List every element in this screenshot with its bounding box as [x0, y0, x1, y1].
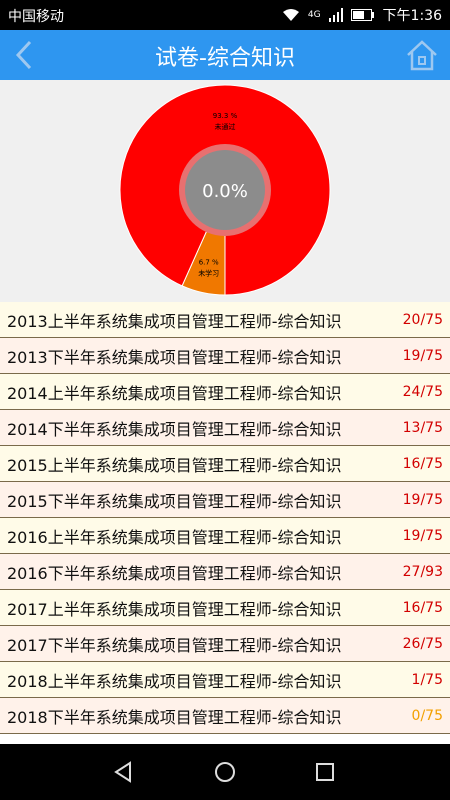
progress-pie-chart: 0.0% 6.7 % 未学习 93.3 % 未通过 — [0, 80, 450, 302]
pie-slice-percent: 6.7 % — [199, 258, 219, 266]
paper-name: 2018上半年系统集成项目管理工程师-综合知识 — [7, 671, 342, 691]
home-icon — [407, 40, 437, 71]
paper-name: 2017下半年系统集成项目管理工程师-综合知识 — [7, 635, 342, 655]
circle-home-icon — [215, 762, 235, 782]
paper-row[interactable]: 2016上半年系统集成项目管理工程师-综合知识 19/75 — [0, 518, 450, 554]
paper-score: 19/75 — [402, 527, 443, 544]
pie-slice-percent: 93.3 % — [213, 112, 238, 120]
paper-name: 2018下半年系统集成项目管理工程师-综合知识 — [7, 707, 342, 727]
pie-chart-svg: 0.0% 6.7 % 未学习 93.3 % 未通过 — [119, 84, 331, 296]
paper-name: 2013上半年系统集成项目管理工程师-综合知识 — [7, 311, 342, 331]
paper-name: 2015下半年系统集成项目管理工程师-综合知识 — [7, 491, 342, 511]
network-type-label: 4G — [307, 10, 321, 20]
clock: 下午1:36 — [382, 8, 442, 24]
nav-recents-button[interactable] — [311, 758, 339, 786]
paper-row[interactable]: 2014上半年系统集成项目管理工程师-综合知识 24/75 — [0, 374, 450, 410]
paper-row[interactable]: 2013下半年系统集成项目管理工程师-综合知识 19/75 — [0, 338, 450, 374]
status-bar: 中国移动 4G 下午1:36 — [0, 0, 450, 30]
home-button[interactable] — [402, 36, 442, 74]
paper-name: 2017上半年系统集成项目管理工程师-综合知识 — [7, 599, 342, 619]
paper-score: 13/75 — [402, 419, 443, 436]
paper-score: 26/75 — [402, 635, 443, 652]
paper-name: 2013下半年系统集成项目管理工程师-综合知识 — [7, 347, 342, 367]
app-bar: 试卷-综合知识 — [0, 30, 450, 80]
triangle-back-icon — [114, 761, 131, 783]
paper-list: 2013上半年系统集成项目管理工程师-综合知识 20/75 2013下半年系统集成项… — [0, 302, 450, 734]
paper-row[interactable]: 2017上半年系统集成项目管理工程师-综合知识 16/75 — [0, 590, 450, 626]
paper-score: 27/93 — [402, 563, 443, 580]
pie-slice-label: 未学习 — [198, 268, 219, 277]
paper-name: 2015上半年系统集成项目管理工程师-综合知识 — [7, 455, 342, 475]
nav-home-button[interactable] — [211, 758, 239, 786]
paper-row[interactable]: 2013上半年系统集成项目管理工程师-综合知识 20/75 — [0, 302, 450, 338]
page-title: 试卷-综合知识 — [155, 46, 295, 71]
paper-score: 19/75 — [402, 347, 443, 364]
carrier-label: 中国移动 — [8, 9, 64, 25]
paper-row[interactable]: 2018下半年系统集成项目管理工程师-综合知识 0/75 — [0, 698, 450, 734]
paper-row[interactable]: 2017下半年系统集成项目管理工程师-综合知识 26/75 — [0, 626, 450, 662]
paper-score: 0/75 — [411, 707, 443, 724]
paper-row[interactable]: 2016下半年系统集成项目管理工程师-综合知识 27/93 — [0, 554, 450, 590]
nav-back-button[interactable] — [110, 758, 138, 786]
paper-name: 2014上半年系统集成项目管理工程师-综合知识 — [7, 383, 342, 403]
paper-row[interactable]: 2014下半年系统集成项目管理工程师-综合知识 13/75 — [0, 410, 450, 446]
paper-name: 2014下半年系统集成项目管理工程师-综合知识 — [7, 419, 342, 439]
paper-row[interactable]: 2015下半年系统集成项目管理工程师-综合知识 19/75 — [0, 482, 450, 518]
paper-score: 24/75 — [402, 383, 443, 400]
signal-icon — [328, 8, 343, 22]
square-recents-icon — [316, 763, 334, 781]
paper-score: 1/75 — [411, 671, 443, 688]
paper-row[interactable]: 2018上半年系统集成项目管理工程师-综合知识 1/75 — [0, 662, 450, 698]
wifi-icon — [282, 9, 299, 21]
pie-center-label: 0.0% — [202, 181, 248, 202]
status-icons: 4G 下午1:36 — [282, 5, 442, 25]
paper-score: 19/75 — [402, 491, 443, 508]
pie-slice-label: 未通过 — [215, 122, 236, 131]
paper-name: 2016上半年系统集成项目管理工程师-综合知识 — [7, 527, 342, 547]
paper-score: 20/75 — [402, 311, 443, 328]
battery-icon — [350, 9, 374, 21]
paper-name: 2016下半年系统集成项目管理工程师-综合知识 — [7, 563, 342, 583]
paper-score: 16/75 — [402, 599, 443, 616]
paper-row[interactable]: 2015上半年系统集成项目管理工程师-综合知识 16/75 — [0, 446, 450, 482]
system-nav-bar — [0, 744, 450, 800]
paper-score: 16/75 — [402, 455, 443, 472]
